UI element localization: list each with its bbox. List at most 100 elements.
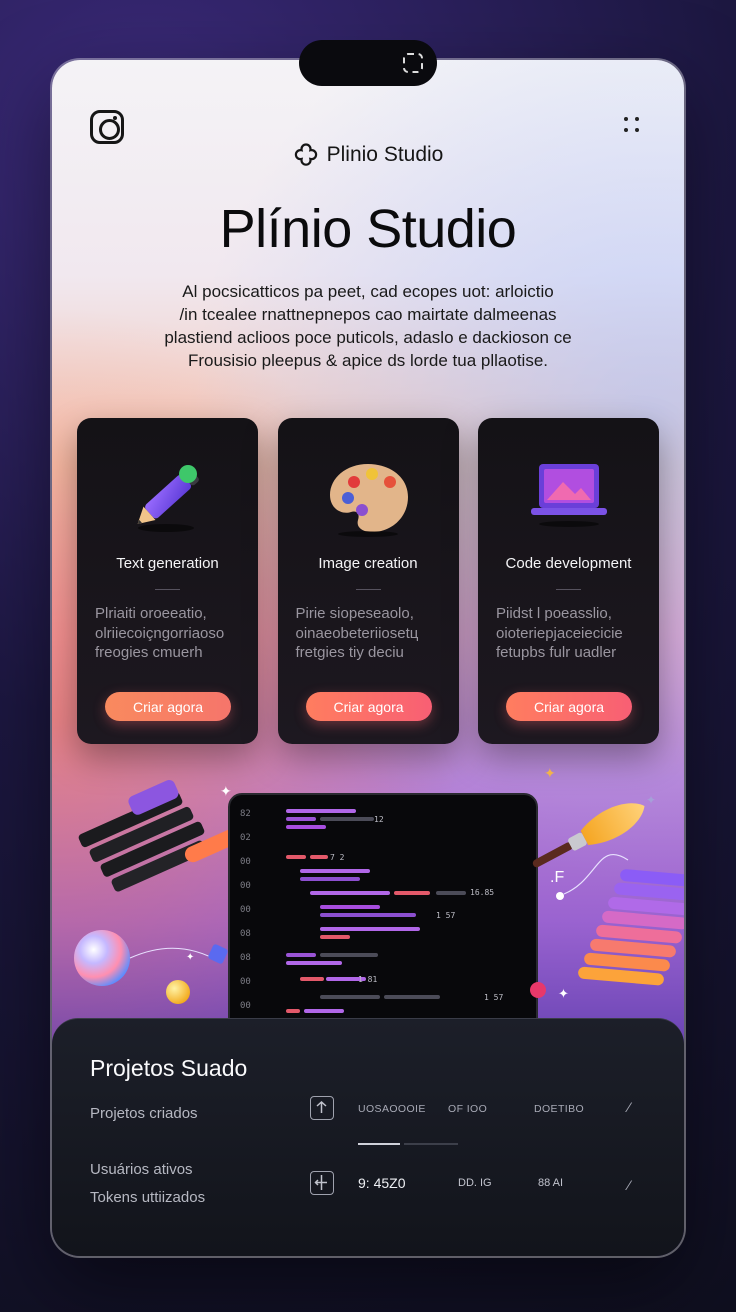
- stat-column-label: OF IOO: [448, 1103, 488, 1115]
- stat-value: 88 AI: [538, 1177, 564, 1189]
- hero-description-line: Frousisio pleepus & apice ds lorde tua p…: [187, 351, 549, 370]
- showcase-illustration: ✦ ✦ 82 02 00 00 00 08 08 00 00 12 7 2 16…: [52, 760, 684, 1030]
- hero-description-line: plastiend acliоos poce puticols, adaslo …: [164, 328, 572, 347]
- code-line: [310, 855, 328, 859]
- code-annotation: 1 57: [484, 993, 504, 1002]
- decor-label: .F: [550, 869, 564, 886]
- code-line: [300, 877, 360, 881]
- code-line: [436, 891, 466, 895]
- card-description-line: olriiecoiçngorriaoso: [95, 624, 225, 642]
- card-title: Text generation: [116, 555, 219, 572]
- trend-up-icon[interactable]: ⁄: [628, 1099, 630, 1115]
- card-image-creation[interactable]: Image creation Pirie siopeseaolo, oinaeo…: [277, 418, 459, 744]
- palette-icon: [330, 464, 408, 537]
- laptop-icon: [530, 464, 607, 527]
- card-description-line: Pirie siopeseaolo,: [295, 605, 414, 622]
- line-number: 00: [240, 977, 251, 987]
- code-line: [320, 905, 380, 909]
- line-number: 08: [240, 929, 251, 939]
- card-description: Piidst l poeasslio, oioteriepjaceiecicie…: [496, 604, 645, 663]
- code-line: [286, 817, 316, 821]
- card-description-line: Piidst l poeasslio,: [496, 605, 612, 622]
- code-annotation: 16.85: [470, 888, 495, 897]
- card-description-line: oinaeobeteriiosetц: [295, 624, 419, 642]
- code-line: [320, 995, 380, 999]
- stat-value: DD. IG: [458, 1177, 492, 1189]
- svg-text:✦: ✦: [646, 793, 656, 807]
- stats-title: Projetos Suado: [90, 1055, 248, 1081]
- hero-description: Al pocsicatticos pa peet, cad ecopes uot…: [122, 280, 614, 372]
- paint-brush-icon: ✦ ✦ .F ✦: [530, 765, 684, 1001]
- stat-column-label: UOSAOOOIE: [358, 1103, 426, 1115]
- feature-cards: Text generation Plriaiti oroeeatio, olri…: [77, 418, 659, 744]
- line-number: 00: [240, 905, 251, 915]
- clover-logo-icon: [294, 143, 317, 166]
- code-annotation: 1 81: [358, 975, 378, 984]
- instagram-icon[interactable]: [90, 110, 124, 144]
- code-line: [286, 1009, 300, 1013]
- line-number: 00: [240, 857, 251, 867]
- stat-value: 9: 45Z0: [358, 1175, 406, 1191]
- card-code-development[interactable]: Code development Piidst l poeasslio, oio…: [478, 418, 659, 744]
- card-title: Code development: [505, 555, 632, 572]
- progress-bar: [358, 1143, 400, 1145]
- svg-text:✦: ✦: [186, 952, 194, 963]
- code-line: [320, 953, 378, 957]
- hero-description-line: Al pocsicatticos pa peet, cad ecopes uot…: [182, 282, 554, 301]
- code-line: [310, 891, 390, 895]
- camera-icon: [403, 53, 423, 73]
- code-line: [300, 977, 324, 981]
- app-screen: Plinio Studio Plínio Studio Al pocsicatt…: [52, 60, 684, 1256]
- brand-header: Plinio Studio: [52, 142, 684, 168]
- code-line: [320, 927, 420, 931]
- card-description-line: Plriaiti oroeeatio,: [95, 605, 207, 622]
- line-number: 82: [240, 809, 251, 819]
- code-line: [286, 809, 356, 813]
- code-line: [320, 817, 374, 821]
- svg-text:✦: ✦: [220, 783, 232, 799]
- svg-text:✦: ✦: [558, 986, 569, 1001]
- code-line: [286, 855, 306, 859]
- menu-dots-icon[interactable]: [624, 117, 640, 133]
- create-now-button[interactable]: Criar agora: [305, 692, 432, 721]
- progress-track: [404, 1143, 458, 1145]
- code-line: [286, 825, 326, 829]
- page-title: Plínio Studio: [219, 199, 517, 259]
- code-line: [300, 869, 370, 873]
- code-annotation: 7 2: [330, 853, 345, 862]
- code-line: [320, 935, 350, 939]
- line-number: 08: [240, 953, 251, 963]
- create-now-button[interactable]: Criar agora: [105, 692, 231, 721]
- divider: [155, 589, 180, 590]
- code-line: [384, 995, 440, 999]
- card-description: Pirie siopeseaolo, oinaeobeteriiosetц fr…: [296, 604, 445, 663]
- line-number: 02: [240, 833, 251, 843]
- card-description-line: fretgies tiy deciu: [295, 644, 404, 661]
- stats-label: Tokens uttiizados: [90, 1189, 206, 1206]
- card-description-line: oioteriepjaceiecicie: [496, 624, 623, 642]
- divider: [556, 589, 581, 590]
- code-line: [394, 891, 430, 895]
- line-number: 00: [240, 881, 251, 891]
- phone-notch: [299, 40, 437, 86]
- code-line: [320, 913, 416, 917]
- card-text-generation[interactable]: Text generation Plriaiti oroeeatio, olri…: [77, 418, 258, 744]
- code-annotation: 1 57: [436, 911, 456, 920]
- create-now-button[interactable]: Criar agora: [506, 692, 632, 721]
- pencil-icon: [137, 465, 199, 532]
- project-stats-panel: Projetos Suado Projetos criados Usuários…: [52, 1018, 684, 1256]
- stats-label: Usuários ativos: [90, 1161, 193, 1178]
- svg-text:✦: ✦: [544, 765, 556, 781]
- stat-column-label: DOETIBO: [534, 1103, 585, 1115]
- brand-name: Plinio Studio: [326, 143, 444, 166]
- code-line: [304, 1009, 344, 1013]
- swap-icon[interactable]: [310, 1171, 334, 1195]
- card-description: Plriaiti oroeeatio, olriiecoiçngorriaoso…: [95, 604, 244, 663]
- upload-icon[interactable]: [310, 1096, 334, 1120]
- divider: [355, 589, 381, 590]
- hero-description-line: /in tcealee rnattnepnepos cao mairtate d…: [179, 305, 557, 324]
- line-number: 00: [240, 1001, 251, 1011]
- trend-up-icon[interactable]: ⁄: [628, 1177, 630, 1193]
- card-title: Image creation: [318, 555, 418, 572]
- card-description-line: fetupbs fulr uadler: [496, 644, 617, 661]
